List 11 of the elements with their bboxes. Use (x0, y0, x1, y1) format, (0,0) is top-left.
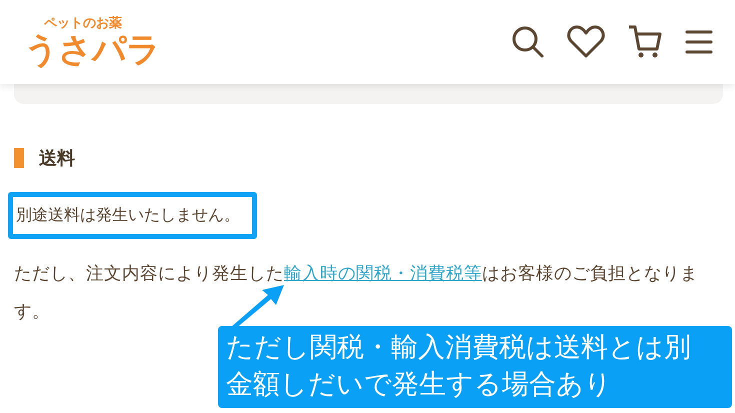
heading-marker (14, 148, 24, 168)
duties-link[interactable]: 輸入時の関税・消費税等 (284, 264, 482, 284)
logo-tagline: ペットのお薬 (44, 16, 122, 32)
search-icon[interactable] (511, 25, 545, 59)
logo[interactable]: うさパラ (24, 32, 160, 68)
cart-icon[interactable] (627, 24, 663, 60)
highlighted-note: 別途送料は発生いたしません。 (8, 192, 257, 239)
annotation-callout: ただし関税・輸入消費税は送料とは別 金額しだいで発生する場合あり (218, 326, 732, 408)
section-title: 送料 (39, 147, 75, 170)
menu-icon[interactable] (685, 29, 713, 55)
heart-icon[interactable] (567, 25, 605, 59)
